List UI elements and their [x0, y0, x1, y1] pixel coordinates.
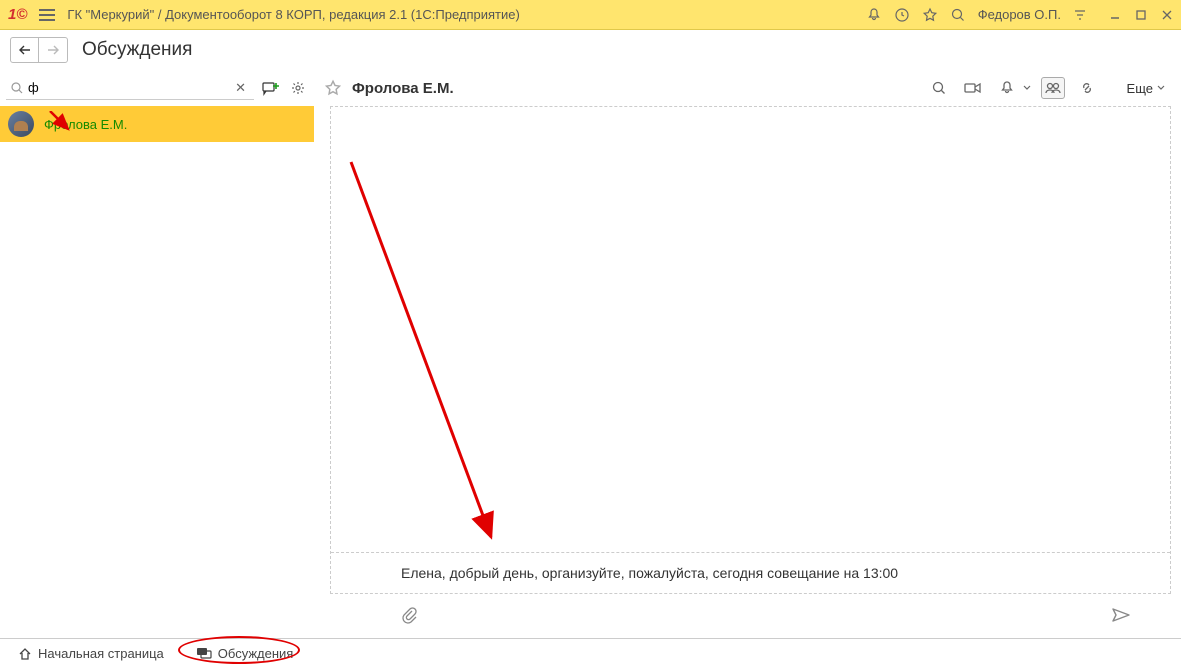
contact-list: Фролова Е.М.: [0, 106, 314, 638]
annotation-arrow-icon: [341, 157, 521, 557]
nav-back-button[interactable]: [11, 38, 39, 62]
contact-name: Фролова Е.М.: [44, 117, 127, 132]
send-icon[interactable]: [1111, 607, 1131, 623]
bell-icon[interactable]: [995, 77, 1019, 99]
chat-pane: Фролова Е.М. Еще: [314, 70, 1181, 638]
add-conversation-icon[interactable]: [260, 78, 282, 98]
nav-forward-button[interactable]: [39, 38, 67, 62]
maximize-icon[interactable]: [1135, 9, 1147, 21]
message-input-area: [331, 552, 1170, 593]
more-label: Еще: [1127, 81, 1153, 96]
chevron-down-icon[interactable]: [1023, 81, 1031, 95]
paperclip-icon[interactable]: [400, 606, 418, 624]
subheader: Обсуждения: [0, 30, 1181, 70]
search-icon[interactable]: [950, 7, 966, 23]
filter-icon[interactable]: [1073, 8, 1087, 22]
search-chat-icon[interactable]: [927, 77, 951, 99]
minimize-icon[interactable]: [1109, 9, 1121, 21]
sidebar: ✕ Фролова Е.М.: [0, 70, 314, 638]
more-button[interactable]: Еще: [1121, 79, 1171, 98]
app-logo: 1©: [8, 6, 27, 23]
tab-discussions[interactable]: Обсуждения: [188, 644, 302, 663]
tab-home[interactable]: Начальная страница: [10, 644, 172, 663]
gear-icon[interactable]: [288, 78, 308, 98]
tab-home-label: Начальная страница: [38, 646, 164, 661]
page-title: Обсуждения: [82, 39, 192, 61]
close-icon[interactable]: [1161, 9, 1173, 21]
star-icon[interactable]: [922, 7, 938, 23]
nav-buttons: [10, 37, 68, 63]
bottom-tabs: Начальная страница Обсуждения: [0, 638, 1181, 668]
user-name[interactable]: Федоров О.П.: [978, 7, 1061, 22]
chat-body: [330, 106, 1171, 594]
clear-search-icon[interactable]: ✕: [231, 80, 250, 96]
home-icon: [18, 647, 32, 661]
video-icon[interactable]: [961, 77, 985, 99]
chevron-down-icon: [1157, 84, 1165, 92]
message-input[interactable]: [401, 565, 1140, 581]
search-field-wrap: ✕: [6, 76, 254, 100]
star-outline-icon[interactable]: [324, 79, 342, 97]
contact-item[interactable]: Фролова Е.М.: [0, 106, 314, 142]
search-icon: [10, 81, 24, 95]
group-icon[interactable]: [1041, 77, 1065, 99]
titlebar: 1© ГК "Меркурий" / Документооборот 8 КОР…: [0, 0, 1181, 30]
link-icon[interactable]: [1075, 77, 1099, 99]
bell-icon[interactable]: [866, 7, 882, 23]
menu-button[interactable]: [35, 5, 59, 25]
message-area: [331, 107, 1170, 552]
avatar: [8, 111, 34, 137]
history-icon[interactable]: [894, 7, 910, 23]
app-title: ГК "Меркурий" / Документооборот 8 КОРП, …: [67, 7, 857, 22]
chat-title: Фролова Е.М.: [352, 80, 917, 97]
annotation-ellipse: [178, 636, 300, 664]
search-input[interactable]: [24, 78, 231, 97]
